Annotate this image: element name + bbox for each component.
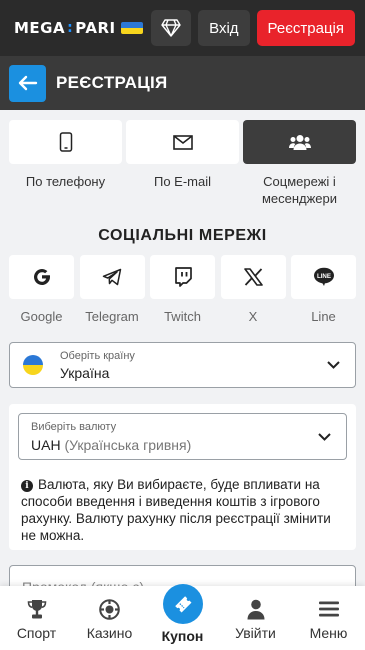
- nav-casino-label: Казино: [86, 625, 133, 641]
- method-social[interactable]: Соцмережі і месенджери: [243, 120, 356, 207]
- social-telegram-label: Telegram: [85, 309, 139, 324]
- ukraine-flag-icon: [120, 22, 143, 34]
- megapari-logo[interactable]: MEGA : PARI: [14, 19, 143, 37]
- back-button[interactable]: [9, 64, 46, 102]
- bottom-nav: Спорт Казино Купон Увійти Меню: [0, 584, 365, 650]
- coupon-button[interactable]: [162, 584, 203, 624]
- nav-login[interactable]: Увійти: [219, 586, 292, 650]
- social-twitch[interactable]: Twitch: [150, 255, 215, 324]
- ukraine-flag-icon: [23, 355, 43, 375]
- currency-select[interactable]: Виберіть валюту UAH (Українська гривня): [18, 413, 347, 460]
- currency-name: (Українська гривня): [64, 437, 192, 453]
- hamburger-menu-icon: [318, 601, 339, 617]
- social-twitch-label: Twitch: [164, 309, 201, 324]
- method-email-label: По E-mail: [153, 174, 212, 189]
- method-social-label: Соцмережі і месенджери: [261, 174, 338, 206]
- social-google[interactable]: Google: [9, 255, 74, 324]
- line-icon: LINE: [313, 267, 334, 286]
- social-telegram[interactable]: Telegram: [79, 255, 145, 324]
- arrow-left-icon: [18, 75, 37, 91]
- country-select[interactable]: Оберіть країну Україна: [9, 342, 356, 388]
- nav-sport-label: Спорт: [16, 625, 57, 641]
- method-phone-label: По телефону: [25, 174, 106, 189]
- country-select-value: Україна: [60, 364, 110, 381]
- social-google-label: Google: [20, 309, 63, 324]
- login-button[interactable]: Вхід: [198, 10, 250, 46]
- currency-info-note: i Валюта, яку Ви вибираєте, буде впливати…: [21, 476, 343, 544]
- country-select-label: Оберіть країну: [60, 349, 135, 362]
- nav-coupon[interactable]: Купон: [146, 584, 219, 650]
- casino-chip-icon: [99, 598, 120, 620]
- logo-text-right: PARI: [75, 19, 116, 37]
- svg-text:LINE: LINE: [316, 273, 330, 280]
- social-line[interactable]: LINE Line: [291, 255, 356, 324]
- nav-coupon-label: Купон: [161, 628, 204, 644]
- top-header: MEGA : PARI Вхід Реєстрація: [0, 0, 365, 56]
- method-phone[interactable]: По телефону: [9, 120, 122, 207]
- page-title: РЕЄСТРАЦІЯ: [56, 73, 168, 92]
- users-icon: [288, 135, 311, 150]
- nav-sport[interactable]: Спорт: [0, 586, 73, 650]
- currency-code: UAH: [31, 437, 61, 453]
- logo-text-left: MEGA: [14, 19, 66, 37]
- social-x-label: X: [248, 309, 258, 324]
- register-button[interactable]: Реєстрація: [256, 10, 355, 46]
- nav-menu[interactable]: Меню: [292, 586, 365, 650]
- currency-panel: Виберіть валюту UAH (Українська гривня) …: [9, 404, 356, 550]
- diamond-icon: [161, 19, 181, 37]
- social-networks: Google Telegram Twitch X LINE Line: [9, 255, 356, 324]
- nav-login-label: Увійти: [235, 625, 276, 641]
- currency-select-label: Виберіть валюту: [31, 421, 117, 433]
- logo-dots: :: [67, 20, 74, 36]
- telegram-icon: [102, 268, 122, 286]
- social-x[interactable]: X: [220, 255, 286, 324]
- method-email[interactable]: По E-mail: [126, 120, 239, 207]
- user-icon: [247, 599, 264, 619]
- loyalty-button[interactable]: [151, 10, 192, 46]
- phone-icon: [59, 132, 72, 152]
- registration-method-tabs: По телефону По E-mail Соцмережі і месенд…: [9, 120, 356, 207]
- nav-casino[interactable]: Казино: [73, 586, 146, 650]
- currency-info-text: Валюта, яку Ви вибираєте, буде впливати …: [21, 477, 331, 543]
- envelope-icon: [172, 134, 193, 150]
- chevron-down-icon: [327, 361, 340, 369]
- title-bar: РЕЄСТРАЦІЯ: [0, 56, 365, 110]
- social-section-title: СОЦІАЛЬНІ МЕРЕЖІ: [98, 227, 267, 244]
- trophy-icon: [27, 599, 46, 618]
- nav-menu-label: Меню: [309, 625, 348, 641]
- social-line-label: Line: [311, 309, 336, 324]
- google-icon: [33, 269, 50, 286]
- chevron-down-icon: [318, 432, 331, 441]
- twitch-icon: [174, 267, 192, 287]
- info-icon: i: [21, 480, 33, 492]
- ticket-icon: [174, 596, 191, 613]
- x-icon: [243, 268, 263, 286]
